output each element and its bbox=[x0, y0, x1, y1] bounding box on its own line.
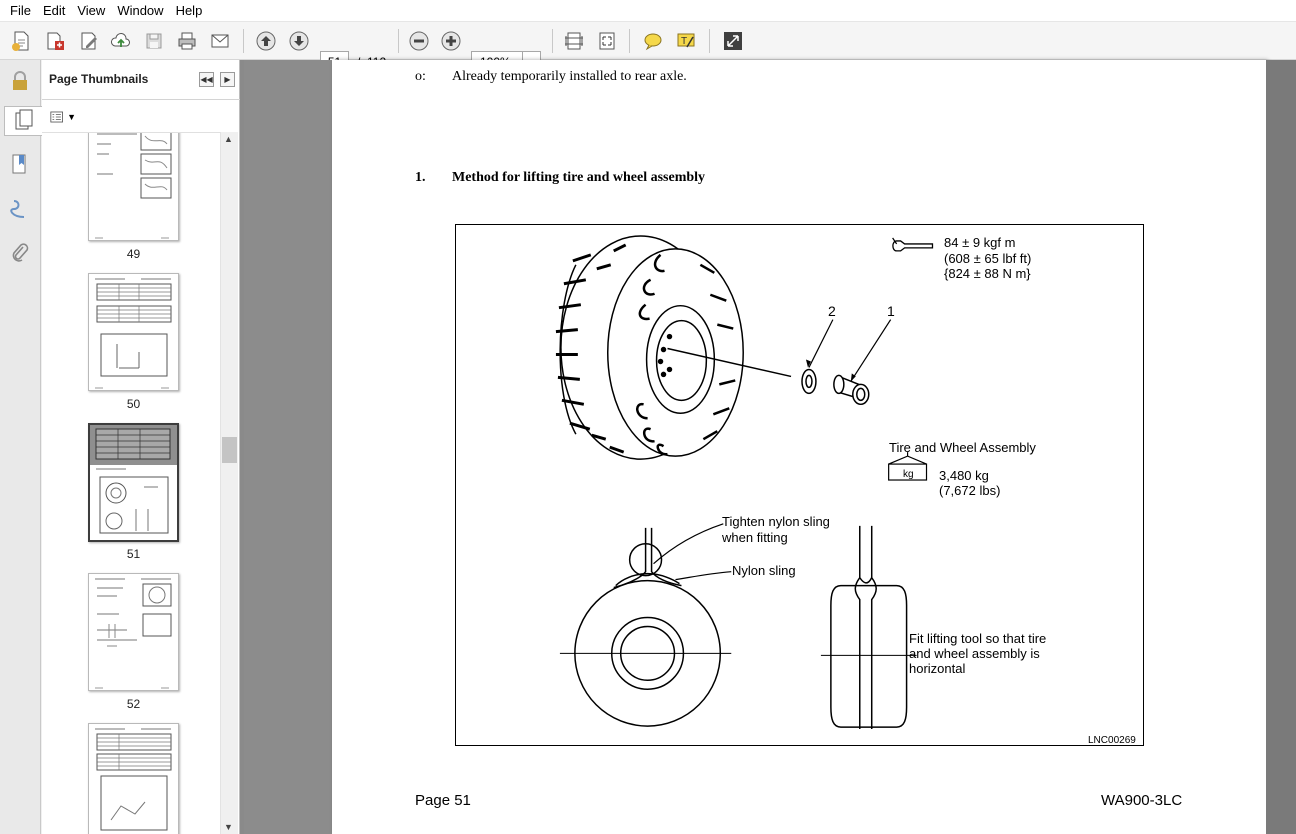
thumbnail-label: 52 bbox=[126, 697, 141, 711]
tire-side-view bbox=[820, 525, 917, 730]
sling-note-line1: Tighten nylon sling bbox=[722, 514, 830, 529]
toolbar: 51 / 112 100% ▼ T bbox=[0, 22, 1296, 74]
zoom-in-icon[interactable] bbox=[438, 28, 464, 54]
menu-window[interactable]: Window bbox=[111, 0, 169, 22]
washer-part bbox=[801, 368, 817, 395]
sling-leader bbox=[675, 571, 732, 581]
document-viewport[interactable]: o: Already temporarily installed to rear… bbox=[244, 60, 1296, 834]
zoom-out-icon[interactable] bbox=[406, 28, 432, 54]
edit-pdf-icon[interactable] bbox=[76, 28, 102, 54]
callout-2-leader bbox=[808, 319, 834, 368]
create-pdf-icon[interactable] bbox=[8, 28, 34, 54]
torque-line1: 84 ± 9 kgf m bbox=[944, 235, 1016, 250]
full-screen-icon[interactable] bbox=[720, 28, 746, 54]
callout-2: 2 bbox=[828, 303, 836, 319]
sling-note-line2: when fitting bbox=[722, 530, 788, 545]
comment-icon[interactable] bbox=[640, 28, 666, 54]
callout-1: 1 bbox=[887, 303, 895, 319]
thumbnail-page[interactable] bbox=[88, 133, 179, 241]
thumbnail-page[interactable] bbox=[88, 573, 179, 691]
signatures-icon[interactable] bbox=[6, 194, 34, 224]
sling-label: Nylon sling bbox=[732, 563, 796, 578]
lock-icon[interactable] bbox=[6, 66, 34, 96]
weight-lbs: (7,672 lbs) bbox=[939, 483, 1001, 498]
print-icon[interactable] bbox=[174, 28, 200, 54]
torque-line3: {824 ± 88 N m} bbox=[944, 266, 1031, 281]
scroll-down-icon[interactable]: ▼ bbox=[224, 822, 233, 832]
combine-files-icon[interactable] bbox=[42, 28, 68, 54]
scroll-up-icon[interactable]: ▲ bbox=[224, 134, 233, 144]
tire-drawing bbox=[555, 235, 744, 460]
toolbar-separator bbox=[243, 29, 244, 53]
thumbnails-header: Page Thumbnails ◀◀ ▶ bbox=[42, 60, 240, 100]
thumbnails-panel: Page Thumbnails ◀◀ ▶ ▼ 49 50 51 52 ▲ ▼ bbox=[42, 60, 240, 834]
fit-page-icon[interactable] bbox=[594, 28, 620, 54]
lifting-diagram bbox=[555, 235, 934, 730]
save-icon[interactable] bbox=[141, 28, 167, 54]
thumbnail-label: 49 bbox=[126, 247, 141, 261]
document-margin-right bbox=[1266, 60, 1296, 834]
toolbar-separator bbox=[709, 29, 710, 53]
toolbar-separator bbox=[629, 29, 630, 53]
note-marker: o: bbox=[415, 69, 426, 84]
toolbar-separator bbox=[552, 29, 553, 53]
menu-help[interactable]: Help bbox=[170, 0, 209, 22]
scrollbar-thumb[interactable] bbox=[222, 437, 237, 463]
lifting-note-line1: Fit lifting tool so that tire bbox=[909, 631, 1047, 646]
expand-panel-icon[interactable]: ▶ bbox=[220, 72, 235, 87]
lifting-note-line2: and wheel assembly is bbox=[909, 646, 1040, 661]
pdf-page: o: Already temporarily installed to rear… bbox=[332, 60, 1266, 834]
note-text: Already temporarily installed to rear ax… bbox=[452, 69, 687, 84]
assembly-title: Tire and Wheel Assembly bbox=[889, 440, 1036, 455]
torque-line2: (608 ± 65 lbf ft) bbox=[944, 251, 1032, 266]
tighten-leader bbox=[653, 523, 724, 565]
menu-file[interactable]: File bbox=[4, 0, 37, 22]
email-icon[interactable] bbox=[207, 28, 233, 54]
bookmarks-icon[interactable] bbox=[6, 150, 34, 180]
step-number: 1. bbox=[415, 170, 426, 185]
weight-kg: 3,480 kg bbox=[939, 468, 989, 483]
menu-edit[interactable]: Edit bbox=[37, 0, 71, 22]
menu-view[interactable]: View bbox=[71, 0, 111, 22]
weight-icon-text: kg bbox=[903, 469, 914, 480]
footer-model: WA900-3LC bbox=[1101, 792, 1183, 809]
tire-front-view bbox=[559, 527, 732, 727]
attachments-icon[interactable] bbox=[6, 238, 34, 268]
thumbnail-page-selected[interactable] bbox=[88, 423, 179, 542]
menu-bar: File Edit View Window Help bbox=[0, 0, 1296, 22]
torque-wrench-icon bbox=[892, 237, 934, 252]
footer-page-number: Page 51 bbox=[415, 792, 471, 809]
collapse-panel-icon[interactable]: ◀◀ bbox=[199, 72, 214, 87]
thumbnails-list[interactable]: 49 50 51 52 bbox=[42, 132, 238, 834]
svg-text:T: T bbox=[681, 36, 687, 47]
step-title: Method for lifting tire and wheel assemb… bbox=[452, 170, 706, 185]
navigation-pane-bar bbox=[0, 60, 42, 834]
upload-cloud-icon[interactable] bbox=[108, 28, 134, 54]
thumbnails-scrollbar[interactable]: ▲ ▼ bbox=[220, 132, 238, 834]
thumbnail-options-icon[interactable]: ▼ bbox=[50, 109, 76, 125]
thumbnail-label: 51 bbox=[126, 547, 141, 561]
page-thumbnails-icon[interactable] bbox=[4, 106, 42, 136]
callout-1-leader bbox=[850, 319, 892, 382]
fit-page-width-icon[interactable] bbox=[561, 28, 587, 54]
panel-title: Page Thumbnails bbox=[49, 72, 149, 86]
thumbnail-page[interactable] bbox=[88, 273, 179, 391]
thumbnail-page[interactable] bbox=[88, 723, 179, 834]
lifting-note-line3: horizontal bbox=[909, 661, 966, 676]
highlight-text-icon[interactable]: T bbox=[673, 28, 699, 54]
next-page-icon[interactable] bbox=[286, 28, 312, 54]
thumbnail-label: 50 bbox=[126, 397, 141, 411]
lifting-figure: 84 ± 9 kgf m (608 ± 65 lbf ft) {824 ± 88… bbox=[455, 224, 1144, 746]
previous-page-icon[interactable] bbox=[253, 28, 279, 54]
figure-code: LNC00269 bbox=[1088, 735, 1136, 746]
toolbar-separator bbox=[398, 29, 399, 53]
